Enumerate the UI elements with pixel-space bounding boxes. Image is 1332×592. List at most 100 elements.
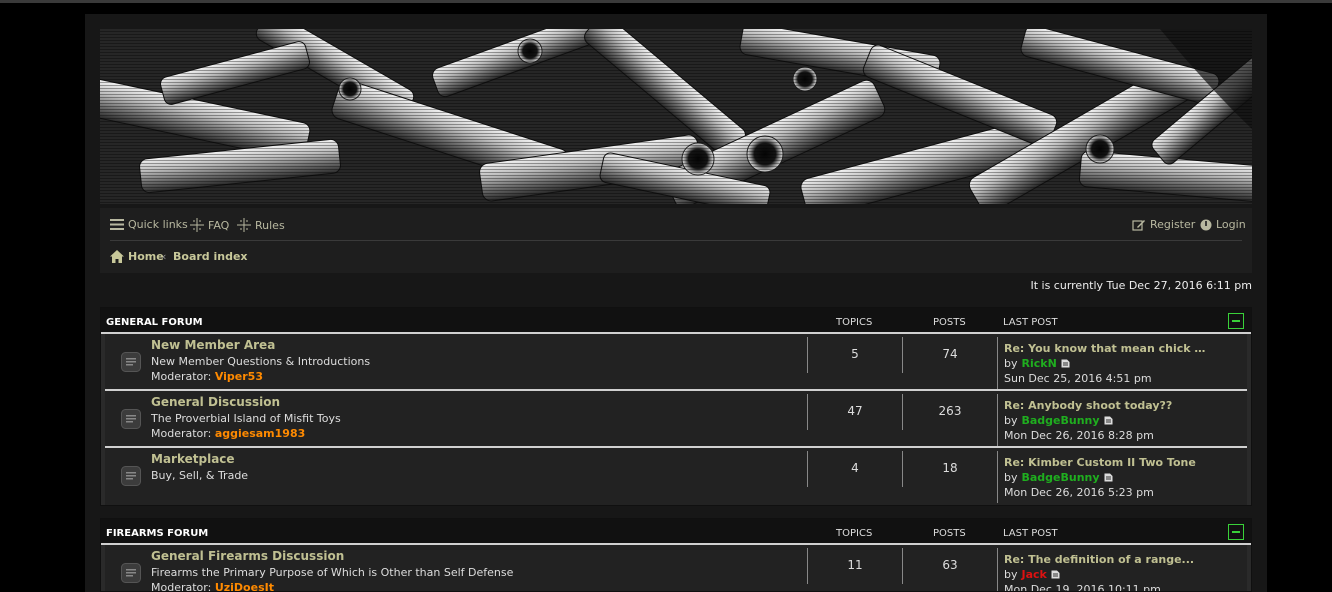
crosshair-icon (237, 218, 251, 232)
column-divider (807, 548, 808, 584)
rules-link[interactable]: Rules (237, 218, 285, 232)
section-header: GENERAL FORUM TOPICS POSTS LAST POST (101, 308, 1251, 334)
topics-count: 4 (851, 461, 859, 475)
moderator-link[interactable]: aggiesam1983 (215, 427, 305, 440)
last-post-author: by BadgeBunny (1004, 414, 1113, 427)
by-label: by (1004, 414, 1018, 427)
forum-row: New Member Area New Member Questions & I… (105, 334, 1247, 391)
home-icon (110, 250, 124, 263)
moderator-label: Moderator: (151, 581, 212, 592)
top-strip (0, 0, 1332, 3)
section-title: FIREARMS FORUM (106, 528, 209, 539)
breadcrumb-home[interactable]: Home (110, 250, 164, 263)
register-link[interactable]: Register (1132, 218, 1195, 231)
section-header: FIREARMS FORUM TOPICS POSTS LAST POST (101, 519, 1251, 545)
faq-link[interactable]: FAQ (190, 218, 229, 232)
last-post-date: Sun Dec 25, 2016 4:51 pm (1004, 372, 1152, 385)
collapse-section-button[interactable] (1228, 313, 1244, 329)
moderator-link[interactable]: Viper53 (215, 370, 263, 383)
breadcrumb-separator: ‹ (162, 250, 167, 263)
column-divider (902, 394, 903, 430)
forum-title-link[interactable]: General Firearms Discussion (151, 549, 344, 563)
column-divider (997, 548, 998, 591)
last-post-author: by BadgeBunny (1004, 471, 1113, 484)
forum-section-firearms: FIREARMS FORUM TOPICS POSTS LAST POST Ge… (100, 518, 1252, 592)
last-post-user-link[interactable]: BadgeBunny (1022, 414, 1100, 427)
forum-read-icon (121, 409, 141, 429)
view-latest-post-icon[interactable] (1104, 416, 1113, 425)
last-post-date: Mon Dec 19, 2016 10:11 pm (1004, 583, 1161, 592)
last-post-date: Mon Dec 26, 2016 5:23 pm (1004, 486, 1154, 499)
last-post-title-link[interactable]: Re: Kimber Custom II Two Tone (1004, 456, 1196, 469)
by-label: by (1004, 568, 1018, 581)
crosshair-icon (190, 218, 204, 232)
moderator-label: Moderator: (151, 370, 212, 383)
breadcrumb-home-label: Home (128, 250, 164, 263)
forum-read-icon (121, 563, 141, 583)
breadcrumb-board-index-label: Board index (173, 250, 248, 263)
posts-count: 263 (938, 404, 962, 418)
forum-row: Marketplace Buy, Sell, & Trade 4 18 Re: … (105, 448, 1247, 505)
forum-moderator: Moderator: aggiesam1983 (151, 427, 305, 440)
hamburger-icon (110, 219, 124, 230)
column-divider (997, 394, 998, 446)
topics-count: 47 (847, 404, 863, 418)
collapse-section-button[interactable] (1228, 524, 1244, 540)
by-label: by (1004, 471, 1018, 484)
col-posts-header: POSTS (933, 317, 966, 328)
moderator-label: Moderator: (151, 427, 212, 440)
rules-label: Rules (255, 218, 285, 232)
forum-section-general: GENERAL FORUM TOPICS POSTS LAST POST New… (100, 307, 1252, 506)
view-latest-post-icon[interactable] (1051, 570, 1060, 579)
posts-count: 63 (942, 558, 958, 572)
register-pencil-icon (1132, 220, 1145, 231)
last-post-title-link[interactable]: Re: You know that mean chick … (1004, 342, 1205, 355)
last-post-title-link[interactable]: Re: Anybody shoot today?? (1004, 399, 1172, 412)
by-label: by (1004, 357, 1018, 370)
last-post-title-link[interactable]: Re: The definition of a range... (1004, 553, 1194, 566)
last-post-author: by RickN (1004, 357, 1070, 370)
col-last-post-header: LAST POST (1003, 528, 1058, 539)
shell-casings-illustration (100, 29, 1252, 204)
breadcrumb-board-index[interactable]: Board index (173, 250, 248, 263)
login-link[interactable]: Login (1200, 218, 1246, 231)
col-posts-header: POSTS (933, 528, 966, 539)
forum-title-link[interactable]: Marketplace (151, 452, 235, 466)
topics-count: 5 (851, 347, 859, 361)
moderator-link[interactable]: UziDoesIt (215, 581, 274, 591)
view-latest-post-icon[interactable] (1104, 473, 1113, 482)
forum-read-icon (121, 352, 141, 372)
forum-read-icon (121, 466, 141, 486)
forum-description: Firearms the Primary Purpose of Which is… (151, 566, 514, 579)
register-label: Register (1150, 218, 1196, 231)
column-divider (807, 394, 808, 430)
forum-description: New Member Questions & Introductions (151, 355, 371, 368)
quick-links-label: Quick links (128, 218, 188, 231)
column-divider (902, 548, 903, 584)
breadcrumb: Home ‹ Board index (110, 241, 1242, 273)
forum-title-link[interactable]: General Discussion (151, 395, 280, 409)
topics-count: 11 (847, 558, 863, 572)
navbar-top-row: Quick links FAQ Rules Register Login (110, 208, 1246, 241)
login-label: Login (1216, 218, 1246, 231)
posts-count: 74 (942, 347, 958, 361)
quick-links-menu[interactable]: Quick links (110, 218, 188, 231)
last-post-user-link[interactable]: RickN (1022, 357, 1057, 370)
forum-description: The Proverbial Island of Misfit Toys (151, 412, 341, 425)
last-post-author: by Jack (1004, 568, 1060, 581)
header-banner-image[interactable] (100, 29, 1252, 204)
current-time: It is currently Tue Dec 27, 2016 6:11 pm (1030, 279, 1252, 292)
forum-row: General Firearms Discussion Firearms the… (105, 545, 1247, 592)
column-divider (997, 337, 998, 389)
view-latest-post-icon[interactable] (1061, 359, 1070, 368)
col-last-post-header: LAST POST (1003, 317, 1058, 328)
forum-description: Buy, Sell, & Trade (151, 469, 249, 482)
faq-label: FAQ (208, 218, 230, 232)
col-topics-header: TOPICS (836, 528, 873, 539)
last-post-user-link[interactable]: BadgeBunny (1022, 471, 1100, 484)
last-post-user-link[interactable]: Jack (1022, 568, 1047, 581)
column-divider (807, 337, 808, 373)
column-divider (997, 451, 998, 503)
section-title: GENERAL FORUM (106, 317, 203, 328)
forum-title-link[interactable]: New Member Area (151, 338, 275, 352)
